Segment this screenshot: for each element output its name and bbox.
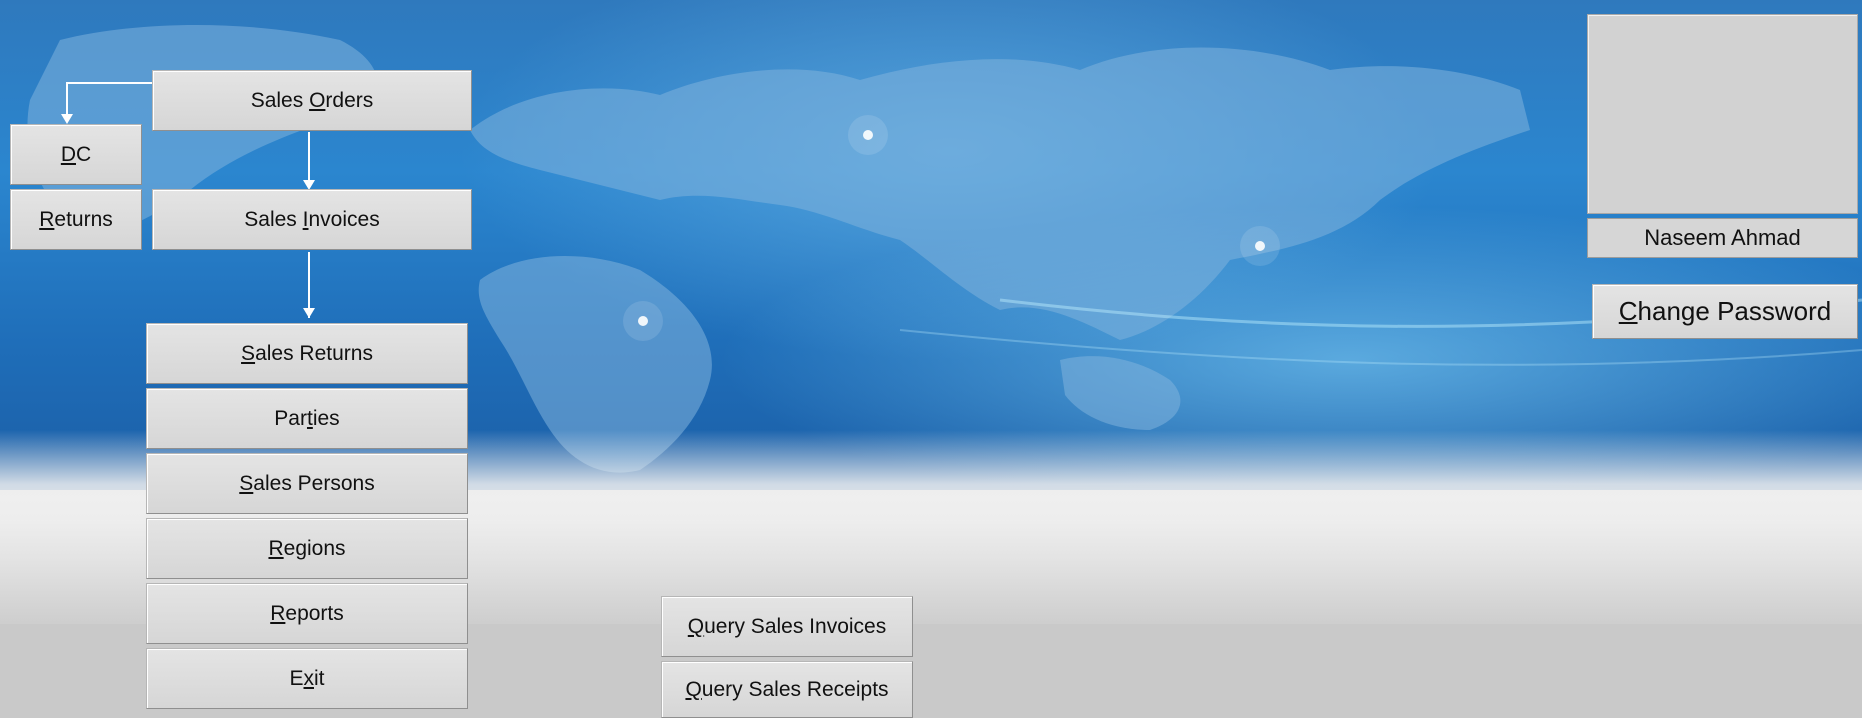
reports-button[interactable]: Reports xyxy=(146,583,468,644)
regions-button[interactable]: Regions xyxy=(146,518,468,579)
label: Query Sales Invoices xyxy=(687,614,887,638)
label: Sales Orders xyxy=(250,88,374,112)
returns-button[interactable]: Returns xyxy=(10,189,142,250)
user-name: Naseem Ahmad xyxy=(1587,218,1858,258)
label: Change Password xyxy=(1618,296,1832,326)
label: DC xyxy=(60,142,92,166)
sales-invoices-button[interactable]: Sales Invoices xyxy=(152,189,472,250)
exit-button[interactable]: Exit xyxy=(146,648,468,709)
label: Query Sales Receipts xyxy=(685,677,889,701)
label: Reports xyxy=(270,601,344,625)
sales-returns-button[interactable]: Sales Returns xyxy=(146,323,468,384)
label: Exit xyxy=(289,666,325,690)
dc-button[interactable]: DC xyxy=(10,124,142,185)
label: Sales Invoices xyxy=(244,207,380,231)
label: Sales Returns xyxy=(241,341,373,365)
query-sales-invoices-button[interactable]: Query Sales Invoices xyxy=(661,596,913,657)
user-photo xyxy=(1587,14,1858,214)
connector-line xyxy=(66,82,68,116)
label: Regions xyxy=(268,536,346,560)
label: Returns xyxy=(39,207,113,231)
label: Parties xyxy=(274,406,340,430)
sales-persons-button[interactable]: Sales Persons xyxy=(146,453,468,514)
sales-orders-button[interactable]: Sales Orders xyxy=(152,70,472,131)
label: Sales Persons xyxy=(239,471,375,495)
parties-button[interactable]: Parties xyxy=(146,388,468,449)
arrow-down-icon xyxy=(61,114,73,124)
connector-line xyxy=(308,132,310,182)
arrow-down-icon xyxy=(303,308,315,318)
query-sales-receipts-button[interactable]: Query Sales Receipts xyxy=(661,661,913,718)
connector-line xyxy=(66,82,152,84)
change-password-button[interactable]: Change Password xyxy=(1592,284,1858,339)
